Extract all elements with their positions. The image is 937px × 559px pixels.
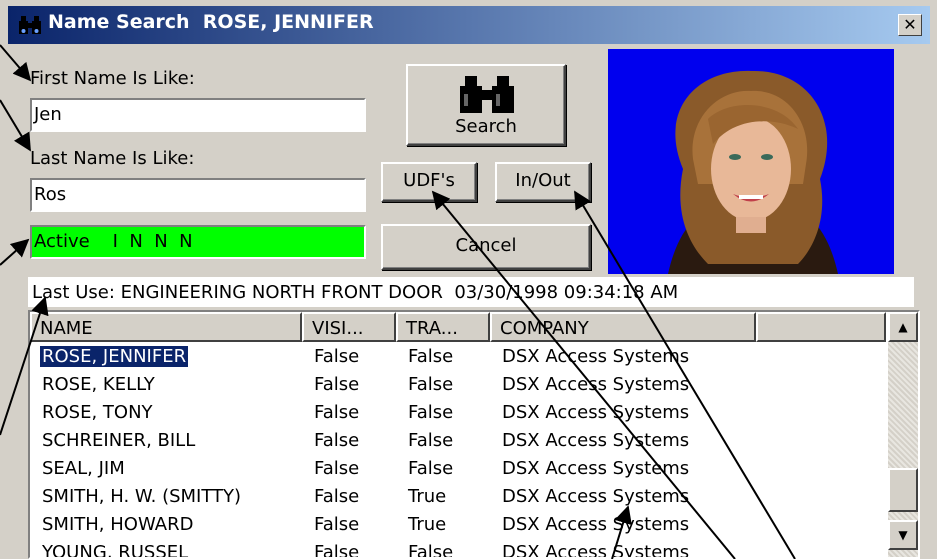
close-button[interactable]: ✕ [898, 14, 922, 36]
cell-visitor: False [314, 514, 360, 535]
annotation-arrow [0, 44, 32, 82]
table-row[interactable]: SEAL, JIM False False DSX Access Systems [30, 456, 886, 484]
cell-company: DSX Access Systems [502, 402, 690, 423]
window-title: Name Search ROSE, JENNIFER [48, 11, 374, 33]
cell-visitor: False [314, 346, 360, 367]
cell-trace: False [408, 542, 454, 559]
cell-visitor: False [314, 402, 360, 423]
table-row[interactable]: SMITH, H. W. (SMITTY) False True DSX Acc… [30, 484, 886, 512]
cell-company: DSX Access Systems [502, 458, 690, 479]
status-field: Active I N N N [30, 225, 366, 259]
column-header-trace[interactable]: TRA... [396, 312, 490, 342]
scroll-down-button[interactable]: ▼ [888, 520, 918, 550]
cell-company: DSX Access Systems [502, 514, 690, 535]
column-header-visitor[interactable]: VISI... [302, 312, 396, 342]
results-list[interactable]: NAME VISI... TRA... COMPANY ROSE, JENNIF… [28, 310, 920, 559]
cell-visitor: False [314, 458, 360, 479]
table-row[interactable]: YOUNG, RUSSEL False False DSX Access Sys… [30, 540, 886, 559]
scroll-up-button[interactable]: ▲ [888, 312, 918, 342]
cell-name: SMITH, H. W. (SMITTY) [42, 486, 242, 507]
table-row[interactable]: SMITH, HOWARD False True DSX Access Syst… [30, 512, 886, 540]
cell-company: DSX Access Systems [502, 430, 690, 451]
last-name-input[interactable]: Ros [30, 178, 366, 212]
cardholder-photo [608, 49, 894, 274]
cell-company: DSX Access Systems [502, 346, 690, 367]
name-search-window: Name Search ROSE, JENNIFER ✕ First Name … [0, 0, 937, 559]
cell-name: SCHREINER, BILL [42, 430, 196, 451]
title-bar: Name Search ROSE, JENNIFER ✕ [8, 6, 930, 44]
cell-trace: False [408, 402, 454, 423]
cell-trace: False [408, 458, 454, 479]
table-row[interactable]: ROSE, JENNIFER False False DSX Access Sy… [30, 344, 886, 372]
cell-visitor: False [314, 374, 360, 395]
cell-name: YOUNG, RUSSEL [42, 542, 189, 559]
cell-name: SMITH, HOWARD [42, 514, 194, 535]
scroll-thumb[interactable] [888, 468, 918, 512]
column-header-company[interactable]: COMPANY [490, 312, 756, 342]
column-header-blank[interactable] [756, 312, 886, 342]
cell-name: ROSE, KELLY [42, 374, 155, 395]
scroll-up-icon: ▲ [898, 320, 908, 334]
search-button-label: Search [455, 116, 517, 137]
cell-company: DSX Access Systems [502, 486, 690, 507]
cell-trace: True [408, 486, 447, 507]
table-row[interactable]: SCHREINER, BILL False False DSX Access S… [30, 428, 886, 456]
binoculars-icon [19, 16, 41, 34]
close-icon: ✕ [903, 15, 917, 34]
cancel-button[interactable]: Cancel [381, 224, 591, 270]
first-name-label: First Name Is Like: [30, 68, 195, 89]
scroll-down-icon: ▼ [898, 528, 908, 542]
cell-visitor: False [314, 430, 360, 451]
cell-name: ROSE, TONY [42, 402, 153, 423]
cell-trace: True [408, 514, 447, 535]
cell-visitor: False [314, 486, 360, 507]
cell-company: DSX Access Systems [502, 374, 690, 395]
first-name-input[interactable]: Jen [30, 98, 366, 132]
table-row[interactable]: ROSE, TONY False False DSX Access System… [30, 400, 886, 428]
cell-visitor: False [314, 542, 360, 559]
column-header-name[interactable]: NAME [30, 312, 302, 342]
cell-name: ROSE, JENNIFER [38, 345, 190, 368]
cell-company: DSX Access Systems [502, 542, 690, 559]
vertical-scrollbar[interactable]: ▲ ▼ [888, 312, 918, 557]
table-row[interactable]: ROSE, KELLY False False DSX Access Syste… [30, 372, 886, 400]
last-use-info: Last Use: ENGINEERING NORTH FRONT DOOR 0… [28, 277, 914, 307]
cell-trace: False [408, 374, 454, 395]
last-name-label: Last Name Is Like: [30, 148, 195, 169]
cell-trace: False [408, 430, 454, 451]
search-button[interactable]: Search [406, 64, 566, 146]
annotation-arrow [0, 238, 30, 266]
cell-trace: False [408, 346, 454, 367]
annotation-arrow [0, 99, 31, 152]
udfs-button[interactable]: UDF's [381, 162, 477, 202]
binoculars-icon [460, 76, 514, 113]
in-out-button[interactable]: In/Out [495, 162, 591, 202]
cell-name: SEAL, JIM [42, 458, 125, 479]
